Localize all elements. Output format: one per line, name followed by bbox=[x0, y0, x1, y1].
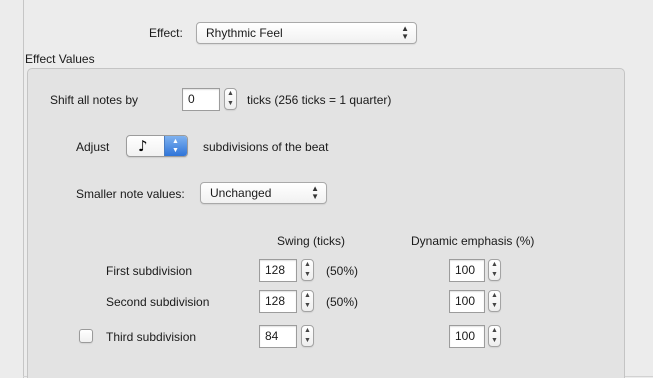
first-subdivision-label: First subdivision bbox=[106, 264, 193, 278]
effect-popup[interactable]: Rhythmic Feel ▲ ▼ bbox=[196, 22, 417, 44]
stepper-down-icon[interactable]: ▼ bbox=[302, 270, 313, 280]
swing-column-header: Swing (ticks) bbox=[277, 234, 346, 248]
effect-label: Effect: bbox=[149, 26, 183, 40]
eighth-note-icon: ♪ bbox=[138, 137, 148, 155]
second-dynamic-field[interactable]: 100 bbox=[449, 290, 485, 313]
window-left-border bbox=[23, 0, 24, 378]
shift-ticks-field[interactable]: 0 bbox=[182, 88, 220, 111]
effect-values-title: Effect Values bbox=[25, 52, 95, 66]
shift-ticks-stepper[interactable]: ▲ ▼ bbox=[224, 88, 237, 110]
first-swing-stepper[interactable]: ▲ ▼ bbox=[301, 259, 314, 281]
stepper-up-icon[interactable]: ▲ bbox=[302, 326, 313, 336]
popup-arrows-icon: ▲ ▼ bbox=[164, 136, 187, 156]
first-dynamic-field[interactable]: 100 bbox=[449, 259, 485, 282]
shift-ticks-hint: ticks (256 ticks = 1 quarter) bbox=[247, 93, 392, 107]
first-dynamic-stepper[interactable]: ▲ ▼ bbox=[488, 259, 501, 281]
note-value-popup[interactable]: ♪ ▲ ▼ bbox=[126, 135, 188, 157]
stepper-up-icon[interactable]: ▲ bbox=[489, 326, 500, 336]
smaller-note-values-value: Unchanged bbox=[210, 186, 272, 200]
first-swing-percent: (50%) bbox=[326, 264, 359, 278]
second-swing-field[interactable]: 128 bbox=[259, 290, 297, 313]
stepper-up-icon[interactable]: ▲ bbox=[489, 291, 500, 301]
third-swing-stepper[interactable]: ▲ ▼ bbox=[301, 325, 314, 347]
stepper-down-icon[interactable]: ▼ bbox=[489, 301, 500, 311]
second-dynamic-stepper[interactable]: ▲ ▼ bbox=[488, 290, 501, 312]
second-swing-percent: (50%) bbox=[326, 295, 359, 309]
stepper-up-icon[interactable]: ▲ bbox=[302, 260, 313, 270]
stepper-up-icon[interactable]: ▲ bbox=[489, 260, 500, 270]
dynamic-column-header: Dynamic emphasis (%) bbox=[411, 234, 535, 248]
popup-arrows-icon: ▲ ▼ bbox=[401, 24, 409, 41]
shift-label: Shift all notes by bbox=[50, 93, 139, 107]
first-swing-field[interactable]: 128 bbox=[259, 259, 297, 282]
third-subdivision-label: Third subdivision bbox=[106, 330, 197, 344]
adjust-label: Adjust bbox=[76, 140, 110, 154]
third-dynamic-stepper[interactable]: ▲ ▼ bbox=[488, 325, 501, 347]
stepper-down-icon[interactable]: ▼ bbox=[302, 301, 313, 311]
stepper-up-icon[interactable]: ▲ bbox=[302, 291, 313, 301]
popup-arrows-icon: ▲ ▼ bbox=[311, 184, 319, 201]
adjust-hint: subdivisions of the beat bbox=[203, 140, 329, 154]
stepper-down-icon[interactable]: ▼ bbox=[489, 270, 500, 280]
stepper-down-icon[interactable]: ▼ bbox=[225, 99, 236, 109]
stepper-down-icon[interactable]: ▼ bbox=[302, 336, 313, 346]
third-dynamic-field[interactable]: 100 bbox=[449, 325, 485, 348]
stepper-down-icon[interactable]: ▼ bbox=[489, 336, 500, 346]
third-swing-field[interactable]: 84 bbox=[259, 325, 297, 348]
stepper-up-icon[interactable]: ▲ bbox=[225, 89, 236, 99]
third-subdivision-checkbox[interactable] bbox=[79, 329, 93, 343]
smaller-note-values-label: Smaller note values: bbox=[76, 187, 185, 201]
smaller-note-values-popup[interactable]: Unchanged ▲ ▼ bbox=[200, 182, 327, 204]
second-subdivision-label: Second subdivision bbox=[106, 295, 210, 309]
second-swing-stepper[interactable]: ▲ ▼ bbox=[301, 290, 314, 312]
effect-popup-value: Rhythmic Feel bbox=[206, 26, 283, 40]
